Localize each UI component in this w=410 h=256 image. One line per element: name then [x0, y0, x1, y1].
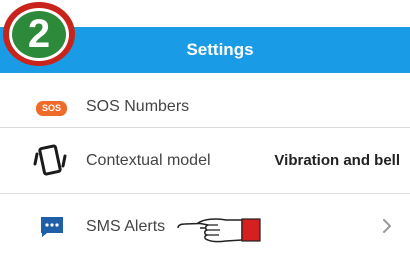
sos-icon: SOS	[36, 101, 67, 116]
settings-screen: Settings 2 SOS SOS Numbers Contextual mo…	[0, 0, 410, 256]
sms-chat-icon	[41, 217, 63, 237]
chevron-right-icon[interactable]	[382, 219, 392, 233]
contextual-model-label: Contextual model	[86, 152, 211, 169]
pointing-hand-icon	[177, 218, 261, 243]
sos-numbers-label: SOS Numbers	[86, 98, 190, 115]
list-item-sms-alerts[interactable]: SMS Alerts	[0, 194, 410, 256]
contextual-model-value: Vibration and bell	[274, 152, 400, 169]
step-number: 2	[9, 7, 69, 61]
vibrate-icon	[33, 144, 67, 176]
list-item-sos-numbers[interactable]: SOS SOS Numbers	[0, 86, 410, 128]
step-number-badge: 2	[3, 2, 75, 66]
sms-alerts-label: SMS Alerts	[86, 218, 166, 235]
list-item-contextual-model[interactable]: Contextual model Vibration and bell	[0, 128, 410, 194]
